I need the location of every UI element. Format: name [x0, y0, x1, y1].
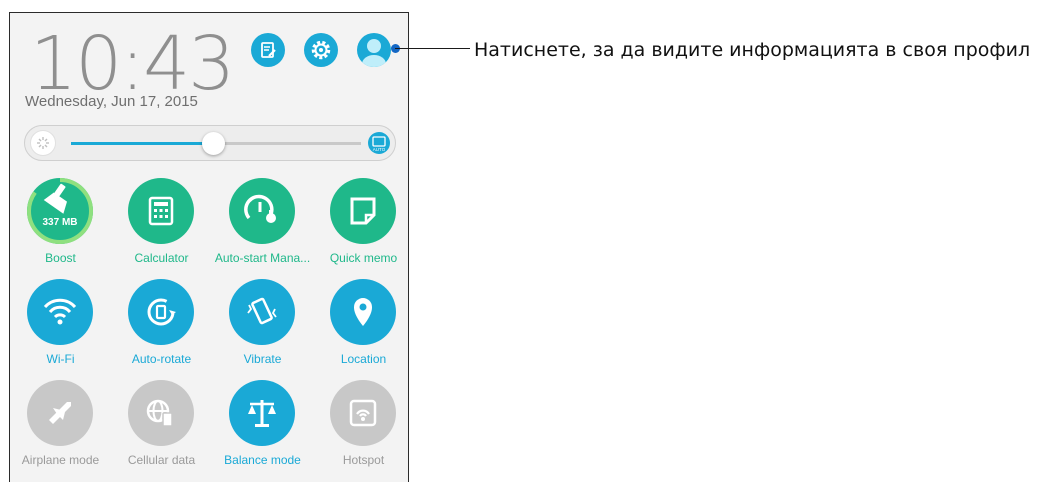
tile-label: Calculator [134, 251, 189, 265]
tile-label: Hotspot [342, 453, 385, 467]
tile-label: Wi-Fi [46, 352, 75, 366]
edit-icon [261, 42, 276, 58]
tile-vibrate[interactable]: Vibrate [212, 279, 313, 379]
clock-time: 10:43 [30, 21, 235, 107]
tile-label: Auto-rotate [131, 352, 192, 366]
tile-label: Airplane mode [21, 453, 100, 467]
globe-phone-icon [146, 399, 173, 427]
tile-button[interactable]: 337 MB [27, 178, 93, 244]
tile-hotspot[interactable]: Hotspot [313, 380, 414, 480]
balance-scale-icon [248, 400, 276, 427]
calculator-icon [148, 196, 174, 226]
brightness-auto-button[interactable]: AUTO [368, 132, 390, 154]
airplane-icon [49, 402, 71, 424]
tile-label: Auto-start Mana... [214, 251, 311, 265]
auto-brightness-icon: AUTO [372, 136, 386, 152]
settings-button[interactable] [304, 33, 338, 67]
tile-boost[interactable]: 337 MB Boost [10, 178, 111, 278]
tile-label: Balance mode [224, 453, 301, 467]
vibrate-icon [247, 297, 277, 325]
tile-cellular-data[interactable]: Cellular data [111, 380, 212, 480]
wifi-icon [43, 298, 77, 325]
tile-button[interactable] [128, 178, 194, 244]
tile-balance-mode[interactable]: Balance mode [212, 380, 313, 480]
tile-label: Location [340, 352, 387, 366]
gear-icon [311, 40, 331, 60]
brightness-slider[interactable]: AUTO [24, 125, 396, 161]
tile-button[interactable] [330, 380, 396, 446]
tile-quick-memo[interactable]: Quick memo [313, 178, 414, 278]
rotate-icon [147, 298, 176, 326]
tile-calculator[interactable]: Calculator [111, 178, 212, 278]
brightness-low-icon [30, 130, 56, 156]
svg-text:AUTO: AUTO [373, 147, 386, 152]
brightness-fill [71, 142, 214, 145]
tile-location[interactable]: Location [313, 279, 414, 379]
broom-icon: 337 MB [27, 178, 93, 244]
tile-button[interactable] [128, 380, 194, 446]
callout-text: Натиснете, за да видите информацията в с… [474, 39, 1031, 61]
profile-button[interactable] [357, 33, 391, 67]
tile-auto-rotate[interactable]: Auto-rotate [111, 279, 212, 379]
edit-button[interactable] [251, 33, 285, 67]
date-label: Wednesday, Jun 17, 2015 [25, 93, 198, 110]
tile-button[interactable] [330, 178, 396, 244]
hotspot-icon [349, 399, 377, 427]
tile-wi-fi[interactable]: Wi-Fi [10, 279, 111, 379]
memo-icon [350, 197, 376, 225]
tile-button[interactable] [330, 279, 396, 345]
tile-button[interactable] [229, 178, 295, 244]
tile-label: Vibrate [243, 352, 282, 366]
tile-label: Cellular data [127, 453, 196, 467]
tile-button[interactable] [229, 279, 295, 345]
tile-airplane-mode[interactable]: Airplane mode [10, 380, 111, 480]
tile-button[interactable] [27, 279, 93, 345]
location-pin-icon [354, 298, 372, 326]
gauge-wrench-icon [244, 194, 276, 223]
tile-label: Quick memo [329, 251, 398, 265]
boost-memory-value: 337 MB [42, 217, 77, 228]
tile-button[interactable] [128, 279, 194, 345]
tile-button[interactable] [27, 380, 93, 446]
tile-auto-start-mana[interactable]: Auto-start Mana... [212, 178, 313, 278]
quick-settings-panel: 10:43 Wednesday, Jun 17, 2015 AUTO 337 M… [9, 12, 409, 482]
brightness-thumb[interactable] [202, 132, 226, 155]
tile-button[interactable] [229, 380, 295, 446]
profile-avatar-icon [362, 39, 386, 67]
callout-line [395, 48, 470, 49]
tile-label: Boost [45, 251, 76, 265]
